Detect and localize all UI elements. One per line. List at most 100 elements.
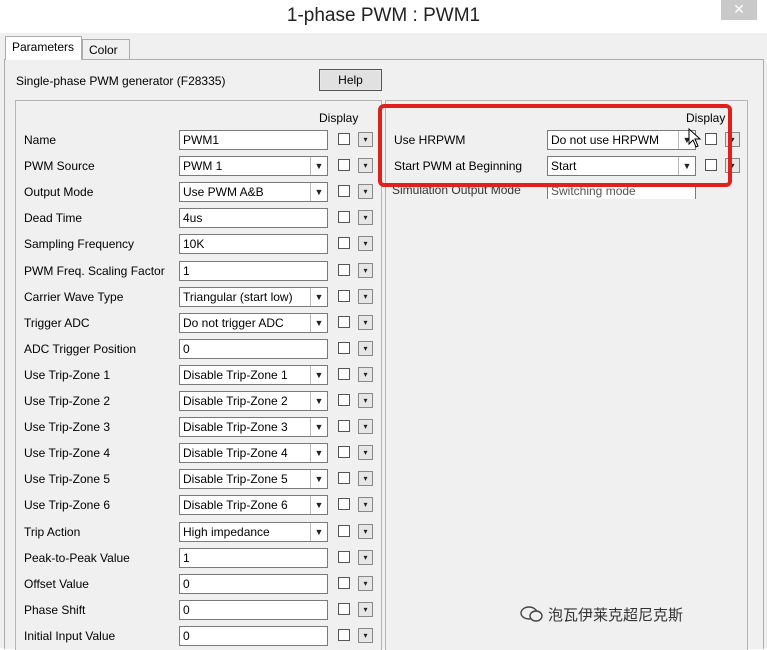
display-checkbox[interactable] — [338, 446, 350, 459]
param-row: Initial Input Value 0 ▾ — [16, 625, 381, 648]
display-checkbox[interactable] — [338, 550, 350, 563]
param-label: Output Mode — [24, 185, 94, 200]
param-row: Use Trip-Zone 2 Disable Trip-Zone 2 ▼ ▾ — [16, 391, 381, 413]
wechat-icon — [520, 606, 543, 622]
display-options-button[interactable]: ▾ — [358, 497, 373, 513]
display-checkbox[interactable] — [338, 524, 350, 537]
display-options-button[interactable]: ▾ — [358, 445, 373, 461]
display-checkbox[interactable] — [338, 185, 350, 198]
param-input[interactable]: 0 — [179, 338, 328, 359]
param-select[interactable]: Disable Trip-Zone 1 ▼ — [179, 364, 328, 385]
dropdown-arrow-icon[interactable]: ▼ — [310, 287, 327, 306]
display-options-button[interactable]: ▾ — [358, 158, 373, 174]
display-checkbox[interactable] — [338, 341, 350, 354]
dropdown-arrow-icon[interactable]: ▼ — [310, 496, 327, 515]
display-checkbox[interactable] — [338, 237, 350, 250]
display-options-button[interactable]: ▾ — [358, 419, 373, 435]
param-row: Use Trip-Zone 3 Disable Trip-Zone 3 ▼ ▾ — [16, 417, 381, 439]
highlight-box — [378, 104, 732, 187]
display-options-button[interactable]: ▾ — [358, 523, 373, 539]
param-input[interactable]: 0 — [179, 573, 328, 594]
display-options-button[interactable]: ▾ — [358, 184, 373, 200]
display-header-left: Display — [319, 111, 359, 125]
param-label: PWM Freq. Scaling Factor — [24, 263, 165, 278]
display-options-button[interactable]: ▾ — [358, 601, 373, 617]
param-row: Offset Value 0 ▾ — [16, 573, 381, 596]
display-options-button[interactable]: ▾ — [358, 627, 373, 643]
param-input[interactable]: 1 — [179, 547, 328, 568]
param-value: PWM 1 — [183, 159, 223, 174]
dropdown-arrow-icon[interactable]: ▼ — [310, 418, 327, 437]
display-options-button[interactable]: ▾ — [358, 575, 373, 591]
display-options-button[interactable]: ▾ — [358, 393, 373, 408]
param-value: 10K — [183, 237, 205, 252]
display-checkbox[interactable] — [338, 602, 350, 615]
display-options-button[interactable]: ▾ — [358, 210, 373, 226]
display-options-button[interactable]: ▾ — [358, 236, 373, 252]
close-button[interactable]: ✕ — [721, 0, 757, 20]
display-checkbox[interactable] — [338, 576, 350, 589]
param-select[interactable]: High impedance ▼ — [179, 521, 328, 542]
param-select[interactable]: PWM 1 ▼ — [179, 156, 328, 177]
param-value: 0 — [183, 341, 190, 356]
display-options-button[interactable]: ▾ — [358, 314, 373, 330]
display-options-button[interactable]: ▾ — [358, 288, 373, 304]
param-select[interactable]: Disable Trip-Zone 2 ▼ — [179, 391, 328, 411]
display-checkbox[interactable] — [338, 420, 350, 433]
tab-parameters[interactable]: Parameters — [5, 36, 82, 60]
display-checkbox[interactable] — [338, 133, 350, 145]
param-select[interactable]: Disable Trip-Zone 5 ▼ — [179, 469, 328, 490]
display-checkbox[interactable] — [338, 498, 350, 511]
param-row: Peak-to-Peak Value 1 ▾ — [16, 547, 381, 570]
param-select[interactable]: Disable Trip-Zone 4 ▼ — [179, 443, 328, 464]
param-value: Do not trigger ADC — [183, 315, 284, 330]
tab-color[interactable]: Color — [82, 39, 130, 61]
param-select[interactable]: Do not trigger ADC ▼ — [179, 312, 328, 333]
help-button[interactable]: Help — [319, 69, 382, 91]
display-options-button[interactable]: ▾ — [358, 132, 373, 147]
param-input[interactable]: 10K — [179, 234, 328, 255]
display-checkbox[interactable] — [338, 289, 350, 302]
param-value: Disable Trip-Zone 4 — [183, 446, 288, 461]
dropdown-arrow-icon[interactable]: ▼ — [310, 313, 327, 332]
display-options-button[interactable]: ▾ — [358, 366, 373, 382]
param-select[interactable]: Triangular (start low) ▼ — [179, 286, 328, 307]
display-checkbox[interactable] — [338, 211, 350, 224]
display-options-button[interactable]: ▾ — [358, 262, 373, 278]
param-input[interactable]: 0 — [179, 625, 328, 646]
display-checkbox[interactable] — [338, 159, 350, 172]
display-options-button[interactable]: ▾ — [358, 549, 373, 565]
param-row: Use Trip-Zone 5 Disable Trip-Zone 5 ▼ ▾ — [16, 469, 381, 491]
param-label: Phase Shift — [24, 602, 86, 617]
display-checkbox[interactable] — [338, 628, 350, 641]
param-row: Phase Shift 0 ▾ — [16, 599, 381, 622]
param-row: Name PWM1 ▾ — [16, 130, 381, 152]
display-checkbox[interactable] — [338, 367, 350, 380]
param-label: Use Trip-Zone 1 — [24, 367, 111, 382]
param-row: Use Trip-Zone 1 Disable Trip-Zone 1 ▼ ▾ — [16, 364, 381, 387]
param-label: Use Trip-Zone 6 — [24, 498, 111, 513]
display-checkbox[interactable] — [338, 263, 350, 276]
dropdown-arrow-icon[interactable]: ▼ — [310, 392, 327, 410]
param-select[interactable]: Use PWM A&B ▼ — [179, 182, 328, 203]
param-input[interactable]: 1 — [179, 260, 328, 281]
dropdown-arrow-icon[interactable]: ▼ — [310, 522, 327, 541]
display-options-button[interactable]: ▾ — [358, 471, 373, 487]
display-checkbox[interactable] — [338, 315, 350, 328]
param-input[interactable]: PWM1 — [179, 130, 328, 150]
param-select[interactable]: Disable Trip-Zone 6 ▼ — [179, 495, 328, 516]
display-checkbox[interactable] — [338, 394, 350, 406]
param-select[interactable]: Disable Trip-Zone 3 ▼ — [179, 417, 328, 438]
param-input[interactable]: 4us — [179, 208, 328, 229]
dropdown-arrow-icon[interactable]: ▼ — [310, 365, 327, 384]
dropdown-arrow-icon[interactable]: ▼ — [310, 444, 327, 463]
display-options-button[interactable]: ▾ — [358, 340, 373, 356]
param-value: Triangular (start low) — [183, 289, 293, 304]
dropdown-arrow-icon[interactable]: ▼ — [310, 157, 327, 176]
param-input[interactable]: 0 — [179, 599, 328, 620]
param-value: 0 — [183, 602, 190, 617]
dropdown-arrow-icon[interactable]: ▼ — [310, 183, 327, 202]
param-row: PWM Source PWM 1 ▼ ▾ — [16, 156, 381, 178]
display-checkbox[interactable] — [338, 472, 350, 485]
dropdown-arrow-icon[interactable]: ▼ — [310, 470, 327, 489]
